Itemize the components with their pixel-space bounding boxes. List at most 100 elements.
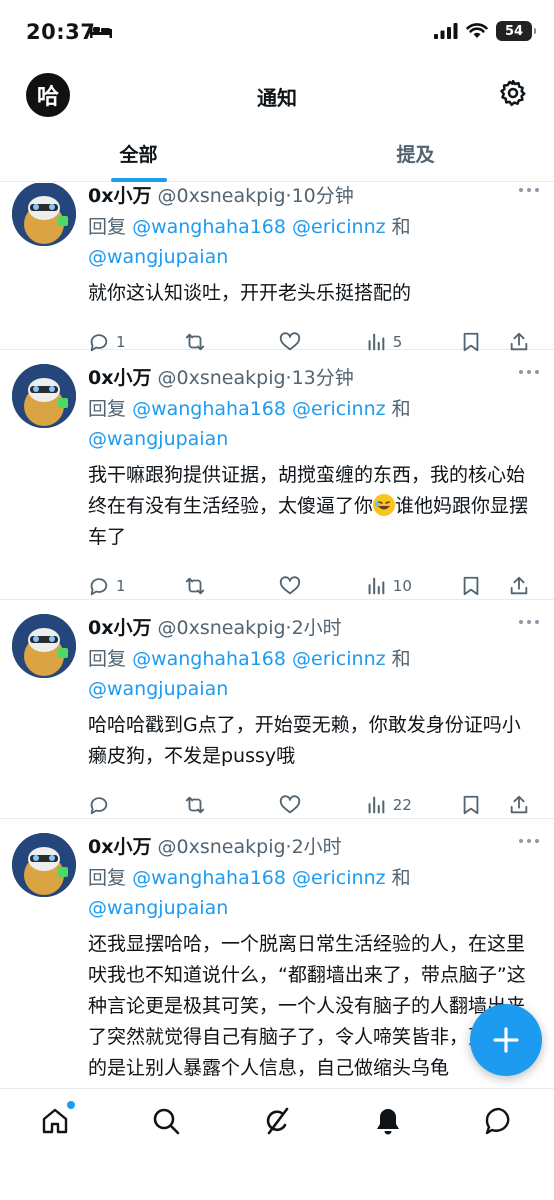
mention-link[interactable]: @wangjupaian bbox=[88, 428, 228, 450]
mention-link[interactable]: @wangjupaian bbox=[88, 897, 228, 919]
mention-link[interactable]: @ericinnz bbox=[292, 398, 386, 420]
compose-button[interactable] bbox=[470, 1004, 542, 1076]
retweet-button[interactable] bbox=[184, 794, 280, 816]
mention-link[interactable]: @wangjupaian bbox=[88, 246, 228, 268]
avatar-image bbox=[12, 833, 76, 897]
header: 哈 通知 bbox=[0, 64, 554, 126]
nav-home[interactable] bbox=[25, 1101, 85, 1145]
share-button[interactable] bbox=[508, 575, 538, 597]
share-icon bbox=[510, 795, 528, 814]
bookmark-icon bbox=[464, 795, 479, 815]
more-options-icon[interactable] bbox=[518, 837, 540, 845]
avatar-image bbox=[12, 614, 76, 678]
bookmark-button[interactable] bbox=[460, 575, 508, 597]
author-handle[interactable]: @0xsneakpig bbox=[158, 185, 286, 207]
post[interactable]: 0x小万 @0xsneakpig·2小时 回复 @wanghaha168 @er… bbox=[0, 600, 554, 819]
avatar-image bbox=[12, 183, 76, 246]
post-time: 2小时 bbox=[291, 617, 342, 639]
views-button[interactable]: 10 bbox=[365, 575, 461, 597]
mention-link[interactable]: @wanghaha168 bbox=[132, 867, 286, 889]
mention-link[interactable]: @wanghaha168 bbox=[132, 648, 286, 670]
more-options-icon[interactable] bbox=[518, 368, 540, 376]
author-name[interactable]: 0x小万 bbox=[88, 617, 151, 639]
author-handle[interactable]: @0xsneakpig bbox=[158, 836, 286, 858]
retweet-icon bbox=[185, 796, 204, 814]
heart-icon bbox=[280, 795, 301, 814]
post-time: 2小时 bbox=[291, 836, 342, 858]
grok-icon bbox=[266, 1107, 289, 1135]
author-handle[interactable]: @0xsneakpig bbox=[158, 617, 286, 639]
avatar[interactable] bbox=[12, 614, 76, 678]
author-name[interactable]: 0x小万 bbox=[88, 836, 151, 858]
nav-search[interactable] bbox=[136, 1105, 196, 1145]
tab-all[interactable]: 全部 bbox=[0, 126, 277, 182]
post-text: 还我显摆哈哈，一个脱离日常生活经验的人，在这里吠我也不知道说什么，“都翻墙出来了… bbox=[88, 933, 526, 1079]
more-options-icon[interactable] bbox=[518, 186, 540, 194]
plus-icon bbox=[493, 1027, 519, 1053]
post-header: 0x小万 @0xsneakpig·2小时 bbox=[88, 614, 538, 642]
messages-icon bbox=[485, 1107, 509, 1135]
post-text: 我干嘛跟狗提供证据，胡搅蛮缠的东西，我的核心始终在有没有生活经验，太傻逼了你 谁他… bbox=[88, 460, 538, 553]
like-button[interactable] bbox=[279, 794, 365, 816]
search-icon bbox=[153, 1108, 180, 1135]
mention-link[interactable]: @ericinnz bbox=[292, 867, 386, 889]
avatar[interactable] bbox=[12, 833, 76, 897]
status-bar: 20:37 54 bbox=[0, 0, 554, 64]
reply-button[interactable] bbox=[88, 794, 184, 816]
post-text: 哈哈哈戳到G点了，开始耍无赖，你敢发身份证吗小癞皮狗，不发是pussy哦 bbox=[88, 714, 521, 767]
battery-indicator: 54 bbox=[496, 21, 536, 41]
reply-prefix: 回复 bbox=[88, 216, 127, 238]
mention-link[interactable]: @ericinnz bbox=[292, 648, 386, 670]
retweet-icon bbox=[185, 577, 204, 595]
home-icon bbox=[43, 1108, 68, 1134]
avatar[interactable] bbox=[12, 183, 76, 246]
reply-button[interactable]: 1 bbox=[88, 575, 184, 597]
mention-link[interactable]: @wanghaha168 bbox=[132, 398, 286, 420]
gear-icon[interactable] bbox=[498, 78, 528, 108]
notification-feed[interactable]: 0x小万 @0xsneakpig·10分钟 回复 @wanghaha168 @e… bbox=[0, 183, 554, 1088]
reply-count: 1 bbox=[116, 333, 126, 351]
reply-prefix: 回复 bbox=[88, 398, 127, 420]
reply-and: 和 bbox=[391, 648, 411, 670]
post-time: 13分钟 bbox=[291, 367, 354, 389]
post-header: 0x小万 @0xsneakpig·10分钟 bbox=[88, 183, 538, 210]
views-icon bbox=[368, 577, 385, 595]
reply-icon bbox=[90, 797, 108, 815]
nav-grok[interactable] bbox=[247, 1105, 307, 1145]
author-name[interactable]: 0x小万 bbox=[88, 185, 151, 207]
signal-icon bbox=[434, 23, 458, 39]
active-tab-indicator bbox=[110, 178, 167, 182]
reply-icon bbox=[90, 578, 108, 596]
mention-link[interactable]: @wanghaha168 bbox=[132, 216, 286, 238]
retweet-button[interactable] bbox=[184, 575, 280, 597]
post[interactable]: 0x小万 @0xsneakpig·13分钟 回复 @wanghaha168 @e… bbox=[0, 350, 554, 600]
nav-messages[interactable] bbox=[469, 1105, 529, 1145]
author-handle[interactable]: @0xsneakpig bbox=[158, 367, 286, 389]
author-name[interactable]: 0x小万 bbox=[88, 367, 151, 389]
wifi-icon bbox=[466, 23, 488, 38]
heart-icon bbox=[280, 576, 301, 595]
views-button[interactable]: 22 bbox=[365, 794, 461, 816]
reply-and: 和 bbox=[391, 216, 411, 238]
reply-and: 和 bbox=[391, 398, 411, 420]
post-actions: 22 bbox=[88, 790, 538, 820]
more-options-icon[interactable] bbox=[518, 618, 540, 626]
tab-mentions[interactable]: 提及 bbox=[277, 126, 554, 181]
reply-prefix: 回复 bbox=[88, 867, 127, 889]
post-text: 就你这认知谈吐，开开老头乐挺搭配的 bbox=[88, 282, 412, 304]
mention-link[interactable]: @ericinnz bbox=[292, 216, 386, 238]
bell-icon bbox=[376, 1109, 399, 1135]
share-button[interactable] bbox=[508, 794, 538, 816]
avatar[interactable] bbox=[12, 364, 76, 428]
view-count: 5 bbox=[392, 333, 403, 351]
bookmark-button[interactable] bbox=[460, 794, 508, 816]
post[interactable]: 0x小万 @0xsneakpig·10分钟 回复 @wanghaha168 @e… bbox=[0, 183, 554, 352]
bottom-navigation bbox=[0, 1088, 554, 1200]
nav-notifications[interactable] bbox=[358, 1105, 418, 1145]
like-button[interactable] bbox=[279, 575, 365, 597]
post-time: 10分钟 bbox=[291, 185, 354, 207]
status-time: 20:37 bbox=[26, 20, 96, 44]
reply-context: 回复 @wanghaha168 @ericinnz 和 @wangjupaian bbox=[88, 394, 538, 454]
mention-link[interactable]: @wangjupaian bbox=[88, 678, 228, 700]
sleep-mode-icon bbox=[90, 24, 112, 38]
